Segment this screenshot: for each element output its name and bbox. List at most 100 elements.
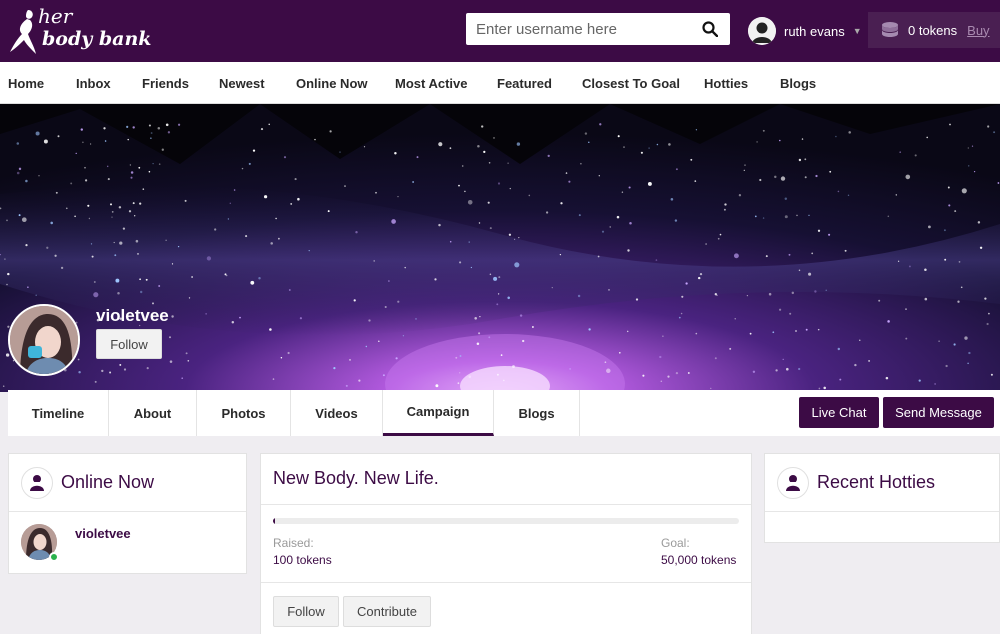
online-now-panel: Online Now violetvee — [8, 453, 247, 574]
star — [272, 378, 275, 380]
star — [382, 374, 385, 377]
profile-avatar[interactable] — [8, 304, 80, 376]
star — [514, 262, 520, 268]
star — [979, 246, 983, 249]
star — [127, 138, 129, 141]
star — [93, 292, 99, 298]
star — [287, 351, 290, 355]
star — [565, 172, 568, 174]
nav-home[interactable]: Home — [8, 76, 44, 91]
star — [616, 215, 620, 219]
top-header: her body bank ruth evans ▼ 0 tokens Buy — [0, 0, 1000, 62]
tab-about[interactable]: About — [109, 390, 197, 436]
contribute-button[interactable]: Contribute — [343, 596, 431, 627]
star — [516, 142, 521, 146]
star — [928, 225, 931, 229]
star — [839, 378, 842, 381]
star — [618, 351, 621, 354]
star — [78, 370, 81, 374]
star — [578, 214, 581, 217]
nav-inbox[interactable]: Inbox — [76, 76, 111, 91]
live-chat-button[interactable]: Live Chat — [799, 397, 879, 428]
star — [738, 194, 742, 197]
star — [489, 227, 492, 230]
star — [987, 125, 990, 128]
star — [734, 318, 736, 320]
nav-closest-to-goal[interactable]: Closest To Goal — [582, 76, 680, 91]
user-menu[interactable]: ruth evans ▼ — [748, 16, 862, 46]
star — [65, 207, 68, 210]
star — [508, 233, 512, 236]
star — [584, 132, 588, 135]
star — [623, 146, 625, 148]
star — [647, 181, 652, 186]
tab-photos[interactable]: Photos — [197, 390, 291, 436]
star — [138, 166, 141, 169]
tab-videos[interactable]: Videos — [291, 390, 383, 436]
star — [122, 227, 126, 230]
search-input[interactable] — [466, 13, 696, 45]
star — [518, 236, 520, 239]
online-user-name[interactable]: violetvee — [75, 526, 131, 541]
star — [945, 364, 948, 368]
buy-tokens-link[interactable]: Buy — [967, 23, 989, 38]
star — [353, 299, 356, 302]
star — [245, 235, 248, 238]
nav-most-active[interactable]: Most Active — [395, 76, 467, 91]
nav-friends[interactable]: Friends — [142, 76, 189, 91]
nav-blogs[interactable]: Blogs — [780, 76, 816, 91]
tab-blogs[interactable]: Blogs — [494, 390, 580, 436]
star — [498, 276, 501, 279]
nav-newest[interactable]: Newest — [219, 76, 265, 91]
nav-hotties[interactable]: Hotties — [704, 76, 748, 91]
star — [93, 281, 96, 283]
star — [327, 210, 330, 213]
star — [84, 179, 88, 182]
star — [768, 292, 772, 296]
star — [967, 165, 970, 167]
star — [762, 129, 765, 132]
star — [835, 135, 837, 138]
star — [808, 272, 812, 276]
nav-featured[interactable]: Featured — [497, 76, 552, 91]
online-now-title: Online Now — [61, 472, 155, 492]
star — [964, 336, 968, 340]
star — [695, 332, 698, 335]
star — [744, 164, 746, 166]
logo-text-top: her — [38, 4, 73, 28]
star — [119, 241, 123, 245]
star — [146, 367, 149, 370]
nav-online-now[interactable]: Online Now — [296, 76, 368, 91]
star — [778, 308, 782, 311]
send-message-button[interactable]: Send Message — [883, 397, 994, 428]
tab-timeline[interactable]: Timeline — [8, 390, 109, 436]
star — [90, 243, 93, 245]
star — [808, 214, 810, 216]
tab-campaign[interactable]: Campaign — [383, 390, 494, 436]
star — [497, 293, 500, 295]
star — [759, 178, 762, 182]
user-icon-badge — [21, 466, 53, 499]
star — [954, 210, 957, 213]
star — [134, 215, 136, 217]
star — [560, 202, 563, 205]
star — [275, 217, 277, 220]
star — [457, 382, 460, 385]
follow-campaign-button[interactable]: Follow — [273, 596, 339, 627]
search-icon[interactable] — [702, 21, 718, 37]
campaign-progress-bar — [273, 518, 739, 524]
star — [762, 217, 765, 219]
star — [743, 169, 745, 171]
star — [507, 296, 510, 300]
star — [252, 149, 256, 152]
site-logo[interactable]: her body bank — [8, 4, 152, 58]
logo-text-bottom: body bank — [42, 28, 152, 50]
star — [947, 186, 950, 189]
star — [496, 373, 499, 376]
token-count: 0 tokens — [908, 22, 958, 38]
star — [168, 336, 172, 339]
star — [798, 269, 801, 272]
follow-profile-button[interactable]: Follow — [96, 329, 162, 359]
star — [449, 240, 452, 243]
star — [459, 372, 461, 374]
